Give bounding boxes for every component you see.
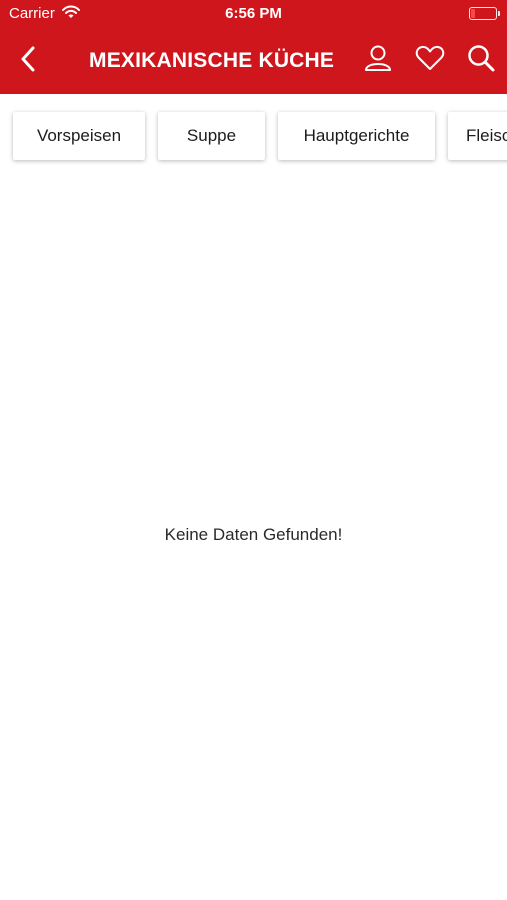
- search-icon: [466, 43, 496, 78]
- favorites-button[interactable]: [413, 43, 447, 77]
- tab-hauptgerichte[interactable]: Hauptgerichte: [278, 112, 435, 160]
- empty-state-message: Keine Daten Gefunden!: [164, 525, 343, 544]
- search-button[interactable]: [464, 43, 498, 77]
- back-chevron-icon: [20, 46, 36, 77]
- tab-vorspeisen[interactable]: Vorspeisen: [13, 112, 145, 160]
- status-time: 6:56 PM: [225, 5, 282, 22]
- heart-icon: [415, 44, 445, 77]
- profile-button[interactable]: [361, 43, 395, 77]
- battery-level: [471, 9, 475, 18]
- tab-fleisch[interactable]: Fleisch: [448, 112, 507, 160]
- battery-icon: [469, 7, 500, 20]
- tab-suppe[interactable]: Suppe: [158, 112, 265, 160]
- status-bar: Carrier 6:56 PM: [0, 0, 507, 28]
- navigation-bar: MEXIKANISCHE KÜCHE: [0, 28, 507, 94]
- back-button[interactable]: [10, 43, 46, 79]
- category-tabs: Vorspeisen Suppe Hauptgerichte Fleisch: [0, 94, 507, 176]
- app-header: Carrier 6:56 PM MEXIKANISCHE KÜCHE: [0, 0, 507, 94]
- page-title: MEXIKANISCHE KÜCHE: [89, 49, 335, 72]
- profile-icon: [363, 43, 393, 78]
